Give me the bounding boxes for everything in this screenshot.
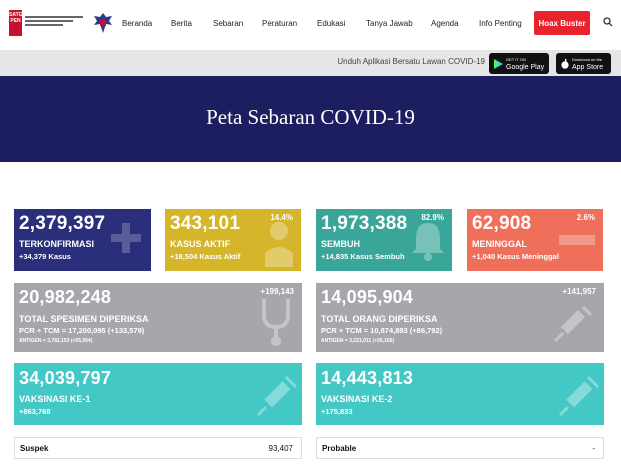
- vaksin1-label: VAKSINASI KE-1: [19, 394, 91, 404]
- vaksin2-delta: +175,833: [321, 407, 353, 416]
- spesimen-label: TOTAL SPESIMEN DIPERIKSA: [19, 314, 149, 324]
- probable-row: Probable -: [316, 437, 604, 459]
- card-meninggal: 2.6% 62,908 MENINGGAL +1,040 Kasus Menin…: [467, 209, 603, 271]
- google-play-button[interactable]: GET IT ON Google Play: [489, 53, 550, 74]
- card-sembuh: 82.9% 1,973,388 SEMBUH +14,835 Kasus Sem…: [316, 209, 452, 271]
- vaksin2-label: VAKSINASI KE-2: [321, 394, 393, 404]
- menu-item-info-penting[interactable]: Info Penting: [479, 19, 522, 28]
- card-total-spesimen: +199,143 20,982,248 TOTAL SPESIMEN DIPER…: [14, 283, 302, 352]
- probable-value: -: [592, 444, 595, 453]
- card-terkonfirmasi: 2,379,397 TERKONFIRMASI +34,379 Kasus: [14, 209, 151, 271]
- card-vaksinasi-2: 14,443,813 VAKSINASI KE-2 +175,833: [316, 363, 604, 425]
- search-icon[interactable]: [603, 17, 613, 27]
- meninggal-percent: 2.6%: [576, 213, 595, 222]
- garuda-emblem-icon: [94, 13, 112, 33]
- spesimen-delta: +199,143: [260, 287, 294, 296]
- spesimen-antigen: ANTIGEN = 3,782,153 (+65,564): [19, 338, 93, 344]
- spesimen-pcr: PCR + TCM = 17,200,095 (+133,579): [19, 326, 145, 335]
- meninggal-delta: +1,040 Kasus Meninggal: [472, 252, 559, 261]
- bell-icon: [412, 223, 444, 261]
- site-logo[interactable]: SATGAS PEN: [9, 10, 114, 36]
- hoax-buster-button[interactable]: Hoax Buster: [534, 11, 590, 35]
- plus-icon: [111, 223, 141, 253]
- terkonfirmasi-delta: +34,379 Kasus: [19, 252, 71, 261]
- menu-item-edukasi[interactable]: Edukasi: [317, 19, 345, 28]
- kasus-aktif-delta: +18,504 Kasus Aktif: [170, 252, 241, 261]
- sembuh-delta: +14,835 Kasus Sembuh: [321, 252, 405, 261]
- suspek-label: Suspek: [20, 444, 49, 453]
- sembuh-label: SEMBUH: [321, 239, 361, 249]
- sembuh-value: 1,973,388: [321, 213, 408, 234]
- page-title: Peta Sebaran COVID-19: [206, 104, 415, 129]
- app-store-text: App Store: [572, 63, 604, 71]
- suspek-row: Suspek 93,407: [14, 437, 302, 459]
- vaksin1-value: 34,039,797: [19, 368, 112, 388]
- app-download-label: Unduh Aplikasi Bersatu Lawan COVID-19: [337, 57, 485, 66]
- meninggal-value: 62,908: [472, 213, 532, 234]
- google-play-icon: [494, 58, 503, 69]
- logo-text-lines: [25, 14, 89, 32]
- card-total-orang: +141,957 14,095,904 TOTAL ORANG DIPERIKS…: [316, 283, 604, 352]
- stethoscope-icon: [262, 299, 290, 346]
- hero-banner: Peta Sebaran COVID-19: [0, 76, 621, 162]
- orang-pcr: PCR + TCM = 10,874,893 (+86,792): [321, 326, 443, 335]
- orang-delta: +141,957: [562, 287, 596, 296]
- menu-item-beranda[interactable]: Beranda: [122, 19, 152, 28]
- spesimen-value: 20,982,248: [19, 287, 112, 307]
- satgas-logo-mark: SATGAS PEN: [9, 10, 29, 36]
- orang-label: TOTAL ORANG DIPERIKSA: [321, 314, 438, 324]
- vaksin2-value: 14,443,813: [321, 368, 414, 388]
- kasus-aktif-percent: 14.4%: [270, 213, 293, 222]
- probable-label: Probable: [322, 444, 357, 453]
- orang-value: 14,095,904: [321, 287, 414, 307]
- meninggal-label: MENINGGAL: [472, 239, 527, 249]
- vaksin1-delta: +863,768: [19, 407, 51, 416]
- menu-item-tanya-jawab[interactable]: Tanya Jawab: [366, 19, 413, 28]
- suspek-value: 93,407: [268, 444, 293, 453]
- minus-icon: [559, 235, 595, 245]
- menu-item-berita[interactable]: Berita: [171, 19, 192, 28]
- menu-item-agenda[interactable]: Agenda: [431, 19, 459, 28]
- google-play-text: Google Play: [506, 63, 545, 71]
- vaccine-syringe-icon: [256, 375, 298, 417]
- menu-item-sebaran[interactable]: Sebaran: [213, 19, 243, 28]
- card-kasus-aktif: 14.4% 343,101 KASUS AKTIF +18,504 Kasus …: [165, 209, 301, 271]
- kasus-aktif-value: 343,101: [170, 213, 241, 234]
- top-navbar: SATGAS PEN Beranda Berita Sebaran Peratur…: [0, 0, 621, 48]
- terkonfirmasi-value: 2,379,397: [19, 213, 106, 234]
- app-store-button[interactable]: Download on the App Store: [556, 53, 611, 74]
- card-vaksinasi-1: 34,039,797 VAKSINASI KE-1 +863,768: [14, 363, 302, 425]
- syringe-icon: [553, 305, 593, 343]
- sembuh-percent: 82.9%: [421, 213, 444, 222]
- terkonfirmasi-label: TERKONFIRMASI: [19, 239, 94, 249]
- app-store-small-text: Download on the: [572, 56, 603, 62]
- vaccine-syringe-icon: [558, 375, 600, 417]
- orang-antigen: ANTIGEN = 3,221,011 (+55,165): [321, 338, 395, 344]
- google-play-small-text: GET IT ON: [506, 56, 526, 62]
- app-download-bar: Unduh Aplikasi Bersatu Lawan COVID-19 GE…: [0, 50, 621, 76]
- menu-item-peraturan[interactable]: Peraturan: [262, 19, 297, 28]
- doctor-icon: [265, 222, 293, 267]
- apple-icon: [561, 58, 569, 69]
- kasus-aktif-label: KASUS AKTIF: [170, 239, 231, 249]
